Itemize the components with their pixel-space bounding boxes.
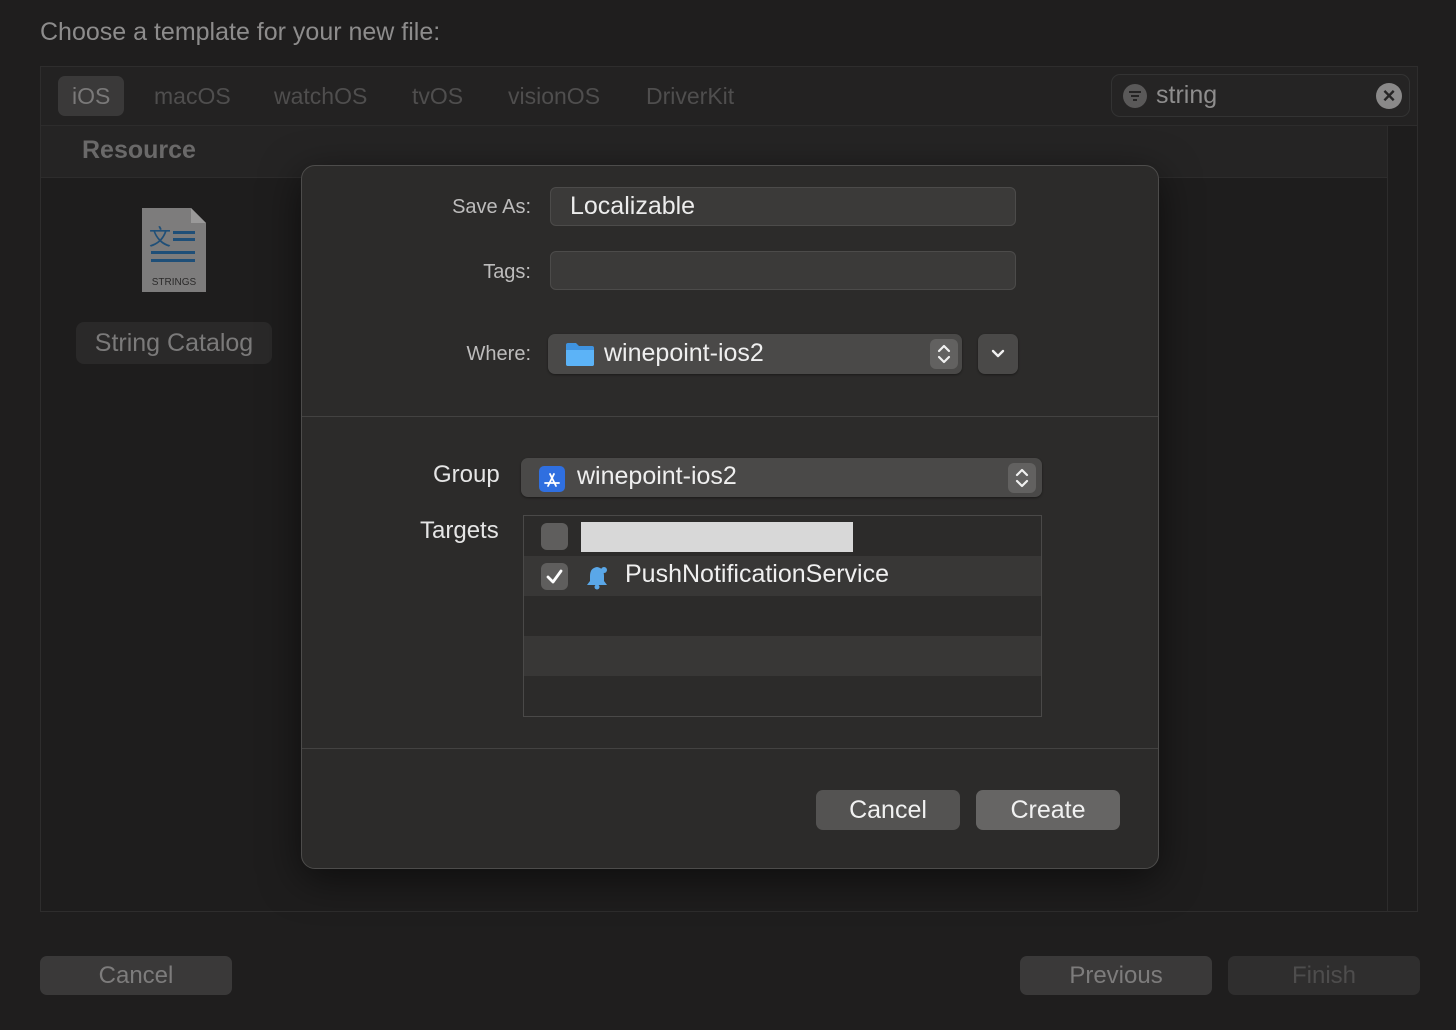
folder-icon	[566, 343, 594, 366]
save-as-field[interactable]: Localizable	[550, 187, 1016, 226]
app-store-icon	[539, 466, 565, 492]
tab-tvos[interactable]: tvOS	[398, 76, 477, 116]
tab-macos[interactable]: macOS	[140, 76, 245, 116]
chevron-up-down-icon	[1008, 463, 1036, 493]
list-item	[524, 596, 1041, 636]
where-popup[interactable]: winepoint-ios2	[548, 334, 962, 374]
target-name: PushNotificationService	[625, 560, 890, 588]
template-search-field[interactable]: string ×	[1111, 74, 1410, 117]
where-label: Where:	[466, 343, 531, 365]
targets-list: PushNotificationService	[523, 515, 1042, 717]
section-label: Resource	[82, 136, 196, 164]
where-value: winepoint-ios2	[604, 339, 764, 367]
divider	[302, 416, 1158, 417]
list-item	[524, 676, 1041, 716]
template-name-string-catalog[interactable]: String Catalog	[76, 322, 272, 364]
previous-button[interactable]: Previous	[1020, 956, 1212, 995]
group-label: Group	[433, 461, 500, 488]
tags-field[interactable]	[550, 251, 1016, 290]
save-as-label: Save As:	[452, 196, 531, 218]
finish-button[interactable]: Finish	[1228, 956, 1420, 995]
target-checkbox[interactable]	[541, 523, 568, 550]
tab-ios[interactable]: iOS	[58, 76, 125, 116]
save-as-value[interactable]: Localizable	[570, 192, 695, 221]
clear-icon[interactable]: ×	[1376, 83, 1402, 109]
list-item[interactable]	[524, 516, 1041, 556]
target-checkbox[interactable]	[541, 563, 568, 590]
divider	[1387, 126, 1388, 912]
window-cancel-button[interactable]: Cancel	[40, 956, 232, 995]
divider	[302, 748, 1158, 749]
strings-file-icon[interactable]: 文 STRINGS	[141, 207, 207, 293]
tab-driverkit[interactable]: DriverKit	[632, 76, 748, 116]
cancel-button[interactable]: Cancel	[816, 790, 960, 830]
checkmark-icon	[546, 569, 563, 584]
bell-icon	[587, 567, 607, 590]
create-button[interactable]: Create	[976, 790, 1120, 830]
group-value: winepoint-ios2	[577, 462, 737, 490]
tab-watchos[interactable]: watchOS	[260, 76, 381, 116]
chevron-up-down-icon	[930, 339, 958, 369]
search-input[interactable]: string	[1156, 81, 1217, 110]
svg-text:文: 文	[149, 226, 171, 251]
filter-icon[interactable]	[1123, 84, 1147, 108]
targets-label: Targets	[420, 517, 499, 544]
chevron-down-icon	[991, 349, 1005, 358]
tags-label: Tags:	[483, 261, 531, 283]
tab-visionos[interactable]: visionOS	[494, 76, 614, 116]
list-item[interactable]: PushNotificationService	[524, 556, 1041, 596]
group-popup[interactable]: winepoint-ios2	[521, 458, 1042, 497]
redacted-target-name	[581, 522, 853, 552]
window-prompt: Choose a template for your new file:	[40, 18, 441, 46]
strings-icon-caption: STRINGS	[152, 277, 197, 288]
expand-button[interactable]	[978, 334, 1018, 374]
list-item	[524, 636, 1041, 676]
